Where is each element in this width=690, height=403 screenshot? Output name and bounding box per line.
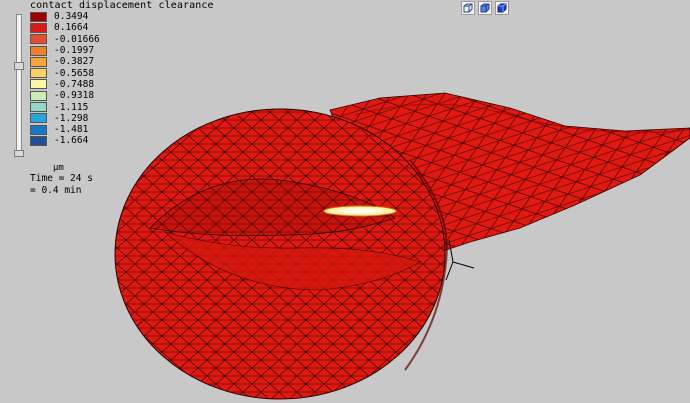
mesh-disc [114,108,448,400]
fem-mesh-viewport[interactable] [0,0,690,403]
axes-triad [445,239,475,281]
